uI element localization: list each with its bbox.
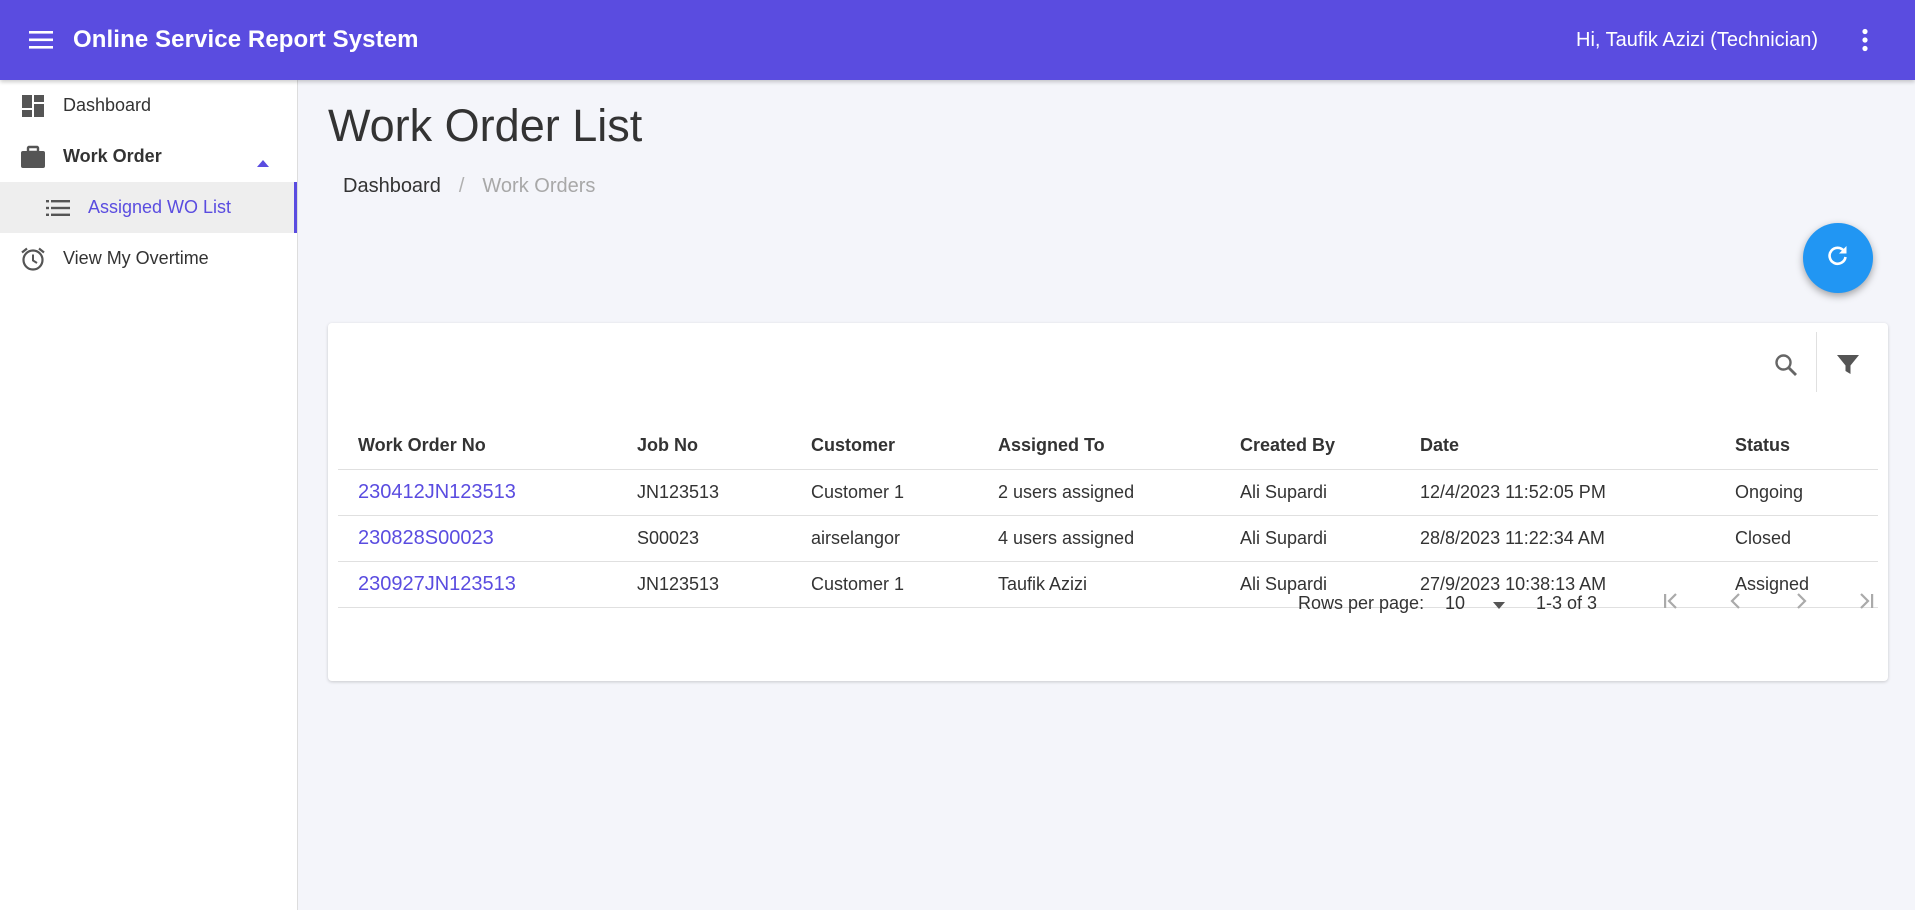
first-page-button[interactable] (1651, 583, 1691, 623)
customer-cell: Customer 1 (791, 469, 978, 516)
pagination: Rows per page: 10 1-3 of 3 (328, 578, 1888, 628)
column-header-date[interactable]: Date (1400, 423, 1715, 470)
status-cell: Closed (1715, 515, 1878, 562)
assigned-to-cell: 2 users assigned (978, 469, 1220, 516)
chevron-up-icon (257, 151, 269, 172)
column-header-job-no[interactable]: Job No (617, 423, 791, 470)
search-button[interactable] (1764, 345, 1808, 389)
dashboard-icon (20, 93, 46, 119)
date-cell: 28/8/2023 11:22:34 AM (1400, 515, 1715, 562)
last-page-icon (1856, 591, 1876, 616)
job-no-cell: JN123513 (617, 469, 791, 516)
table-row: 230412JN123513 JN123513 Customer 1 2 use… (338, 469, 1878, 516)
table-row: 230828S00023 S00023 airselangor 4 users … (338, 515, 1878, 562)
work-order-link[interactable]: 230412JN123513 (338, 469, 617, 516)
column-header-created-by[interactable]: Created By (1220, 423, 1400, 470)
last-page-button[interactable] (1846, 583, 1886, 623)
date-cell: 12/4/2023 11:52:05 PM (1400, 469, 1715, 516)
job-no-cell: S00023 (617, 515, 791, 562)
more-vert-icon[interactable] (1845, 20, 1885, 60)
sidebar-item-label: Work Order (63, 146, 162, 166)
sidebar-item-label: Assigned WO List (88, 197, 232, 217)
breadcrumb: Dashboard / Work Orders (343, 175, 595, 198)
list-icon (45, 195, 71, 221)
toolbar-divider (1816, 332, 1817, 392)
breadcrumb-dashboard-link[interactable]: Dashboard (343, 175, 441, 198)
sidebar-item-dashboard[interactable]: Dashboard (0, 80, 297, 131)
sidebar-item-work-order[interactable]: Work Order (0, 131, 297, 182)
customer-cell: airselangor (791, 515, 978, 562)
column-header-work-order-no[interactable]: Work Order No (338, 423, 617, 470)
refresh-button[interactable] (1803, 223, 1873, 293)
sidebar-item-view-my-overtime[interactable]: View My Overtime (0, 233, 297, 284)
next-page-button[interactable] (1781, 583, 1821, 623)
breadcrumb-current: Work Orders (482, 175, 596, 197)
column-header-status[interactable]: Status (1715, 423, 1878, 470)
sidebar-item-label: Dashboard (63, 95, 152, 115)
table-header-row: Work Order No Job No Customer Assigned T… (338, 423, 1878, 470)
refresh-icon (1825, 243, 1851, 274)
sidebar-item-label: View My Overtime (63, 248, 209, 268)
rows-per-page-label: Rows per page: (1298, 592, 1425, 613)
created-by-cell: Ali Supardi (1220, 469, 1400, 516)
column-header-customer[interactable]: Customer (791, 423, 978, 470)
filter-icon (1836, 353, 1860, 382)
sidebar-item-assigned-wo-list[interactable]: Assigned WO List (0, 182, 297, 233)
page-range: 1-3 of 3 (1536, 592, 1598, 613)
page-title: Work Order List (328, 100, 643, 151)
status-cell: Ongoing (1715, 469, 1878, 516)
app-bar: Online Service Report System Hi, Taufik … (0, 0, 1915, 80)
menu-icon[interactable] (20, 18, 64, 62)
chevron-left-icon (1726, 591, 1746, 616)
app-title: Online Service Report System (73, 26, 419, 53)
work-order-link[interactable]: 230828S00023 (338, 515, 617, 562)
alarm-clock-icon (20, 246, 46, 272)
filter-button[interactable] (1826, 345, 1870, 389)
chevron-down-icon (1493, 593, 1506, 614)
assigned-to-cell: 4 users assigned (978, 515, 1220, 562)
chevron-right-icon (1791, 591, 1811, 616)
briefcase-icon (20, 144, 46, 170)
column-header-assigned-to[interactable]: Assigned To (978, 423, 1220, 470)
sidebar: Dashboard Work Order Assigned WO List Vi… (0, 80, 298, 910)
search-icon (1774, 353, 1798, 382)
first-page-icon (1661, 591, 1681, 616)
rows-per-page-value: 10 (1445, 592, 1466, 613)
previous-page-button[interactable] (1716, 583, 1756, 623)
user-greeting: Hi, Taufik Azizi (Technician) (1576, 28, 1818, 51)
breadcrumb-separator: / (458, 175, 465, 197)
work-order-table-card: Work Order No Job No Customer Assigned T… (328, 323, 1888, 681)
created-by-cell: Ali Supardi (1220, 515, 1400, 562)
rows-per-page-select[interactable]: 10 (1445, 593, 1515, 614)
